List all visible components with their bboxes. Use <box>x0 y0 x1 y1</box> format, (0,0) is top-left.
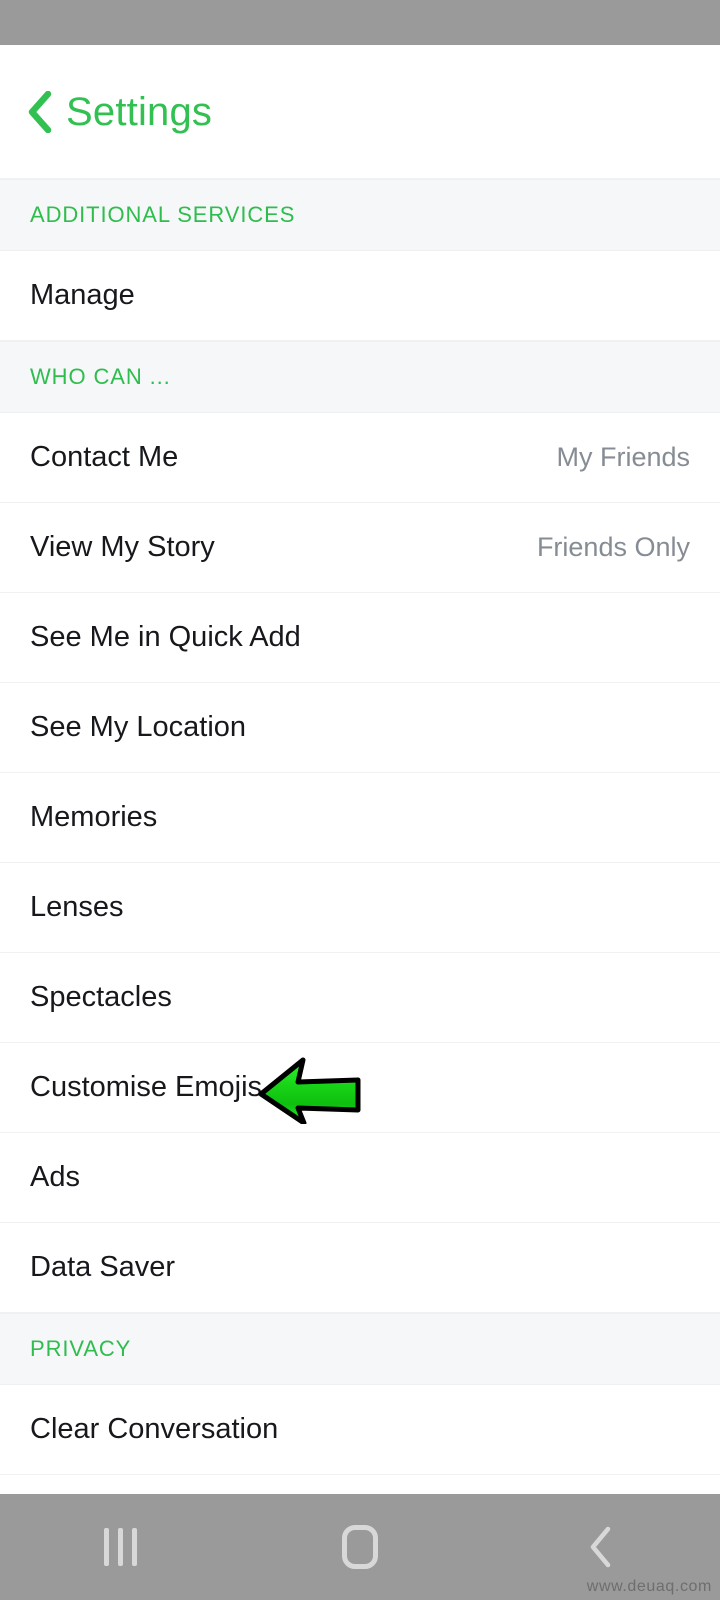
row-label: Manage <box>30 279 135 311</box>
section-title: ADDITIONAL SERVICES <box>30 202 296 227</box>
settings-row-manage[interactable]: Manage <box>0 251 720 341</box>
home-button[interactable] <box>240 1494 480 1600</box>
recents-button[interactable] <box>0 1494 240 1600</box>
section-header-who-can: WHO CAN ... <box>0 341 720 413</box>
settings-row-data-saver[interactable]: Data Saver <box>0 1223 720 1313</box>
settings-row-lenses[interactable]: Lenses <box>0 863 720 953</box>
row-label: See Me in Quick Add <box>30 621 301 653</box>
settings-list: ADDITIONAL SERVICES Manage WHO CAN ... C… <box>0 179 720 1494</box>
row-value: My Friends <box>556 442 690 472</box>
row-value: Friends Only <box>536 532 690 562</box>
row-label: Contact Me <box>30 441 179 473</box>
status-bar <box>0 0 720 45</box>
home-icon <box>342 1525 378 1569</box>
settings-row-view-my-story[interactable]: View My Story Friends Only <box>0 503 720 593</box>
phone-screen: Settings ADDITIONAL SERVICES Manage WHO … <box>0 0 720 1600</box>
watermark: www.deuaq.com <box>586 1578 712 1595</box>
row-label: Data Saver <box>30 1251 176 1283</box>
settings-row-see-my-location[interactable]: See My Location <box>0 683 720 773</box>
back-icon <box>590 1526 611 1568</box>
section-title: PRIVACY <box>30 1336 132 1361</box>
page-title: Settings <box>66 89 213 134</box>
settings-row-spectacles[interactable]: Spectacles <box>0 953 720 1043</box>
chevron-left-icon[interactable] <box>26 90 52 133</box>
section-title: WHO CAN ... <box>30 364 171 389</box>
row-label: Memories <box>30 801 158 833</box>
row-label: See My Location <box>30 711 247 743</box>
settings-row-contact-me[interactable]: Contact Me My Friends <box>0 413 720 503</box>
section-header-additional-services: ADDITIONAL SERVICES <box>0 179 720 251</box>
row-label: Ads <box>30 1161 80 1193</box>
row-label: Spectacles <box>30 981 172 1013</box>
settings-row-customise-emojis[interactable]: Customise Emojis <box>0 1043 720 1133</box>
settings-row-ads[interactable]: Ads <box>0 1133 720 1223</box>
row-label: Customise Emojis <box>30 1071 263 1103</box>
row-label: View My Story <box>30 531 215 563</box>
settings-row-see-me-in-quick-add[interactable]: See Me in Quick Add <box>0 593 720 683</box>
recents-icon <box>103 1528 137 1566</box>
settings-header: Settings <box>0 45 720 179</box>
row-label: Lenses <box>30 891 124 923</box>
settings-row-memories[interactable]: Memories <box>0 773 720 863</box>
android-navigation-bar: www.deuaq.com <box>0 1494 720 1600</box>
row-label: Clear Conversation <box>30 1413 279 1445</box>
settings-row-clear-conversation[interactable]: Clear Conversation <box>0 1385 720 1475</box>
section-header-privacy: PRIVACY <box>0 1313 720 1385</box>
